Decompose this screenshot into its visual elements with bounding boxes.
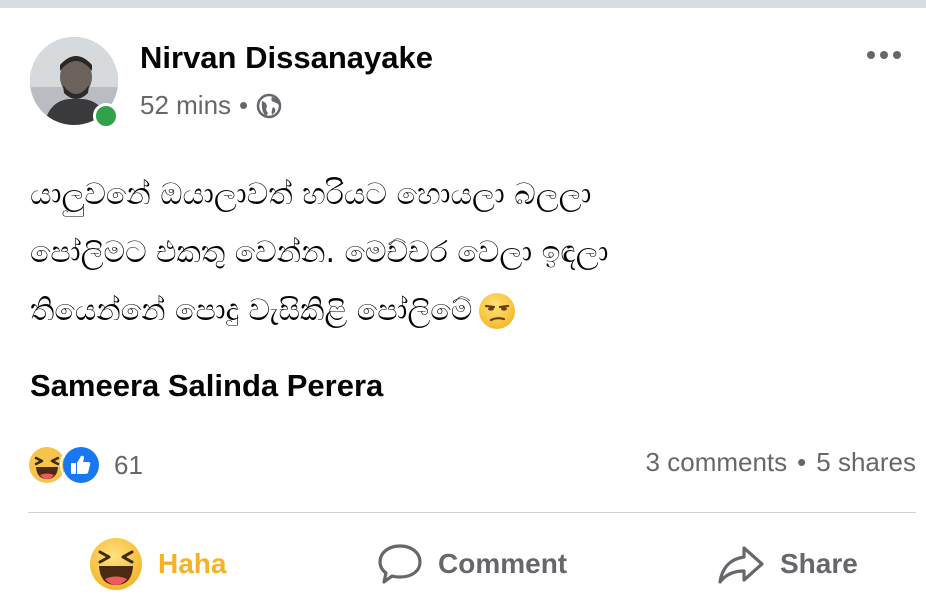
haha-reaction-button[interactable]: Haha (88, 536, 226, 592)
divider (28, 512, 916, 513)
globe-icon (256, 93, 282, 119)
reaction-count: 61 (114, 449, 143, 480)
meta-separator: • (239, 90, 249, 120)
post-text: යාලුවනේ ඔයාලාවත් හරියට හොයලා බලලා පෝලිමට… (30, 166, 890, 350)
comment-button[interactable]: Comment (376, 536, 567, 592)
unamused-face-icon (478, 292, 516, 350)
post-meta: 52 mins • (140, 90, 282, 121)
share-icon (718, 546, 764, 584)
more-options-button[interactable] (862, 40, 906, 70)
post-text-line-content: තියෙන්නේ පොදු වැසිකිළි පෝලිමේ (30, 293, 473, 328)
comment-icon (378, 544, 422, 584)
more-dot-icon (880, 51, 888, 59)
post-text-line: පෝලිමට එකතු වෙන්න. මෙච්චර වෙලා ඉඳලා (30, 235, 609, 270)
like-icon (60, 444, 102, 486)
more-dot-icon (867, 51, 875, 59)
post-author-name[interactable]: Nirvan Dissanayake (140, 40, 433, 76)
tagged-name: Sameera Salinda Perera (30, 368, 384, 403)
haha-label: Haha (158, 548, 227, 579)
post-time[interactable]: 52 mins (140, 90, 231, 121)
stats-separator: • (797, 447, 807, 477)
share-button[interactable]: Share (716, 536, 858, 592)
comment-label: Comment (438, 548, 568, 579)
post-stats: 3 comments • 5 shares (646, 447, 916, 478)
online-status-icon (93, 103, 119, 129)
reactions-summary[interactable]: 61 (26, 444, 143, 486)
shares-count-link[interactable]: 5 shares (816, 447, 916, 478)
share-label: Share (780, 548, 858, 579)
comments-count-link[interactable]: 3 comments (646, 447, 788, 478)
more-dot-icon (893, 51, 901, 59)
post-text-line-last: තියෙන්නේ පොදු වැසිකිළි පෝලිමේ (30, 282, 890, 350)
post-text-line: යාලුවනේ ඔයාලාවත් හරියට හොයලා බලලා (30, 177, 592, 212)
top-border (0, 0, 926, 8)
haha-icon (90, 538, 142, 590)
